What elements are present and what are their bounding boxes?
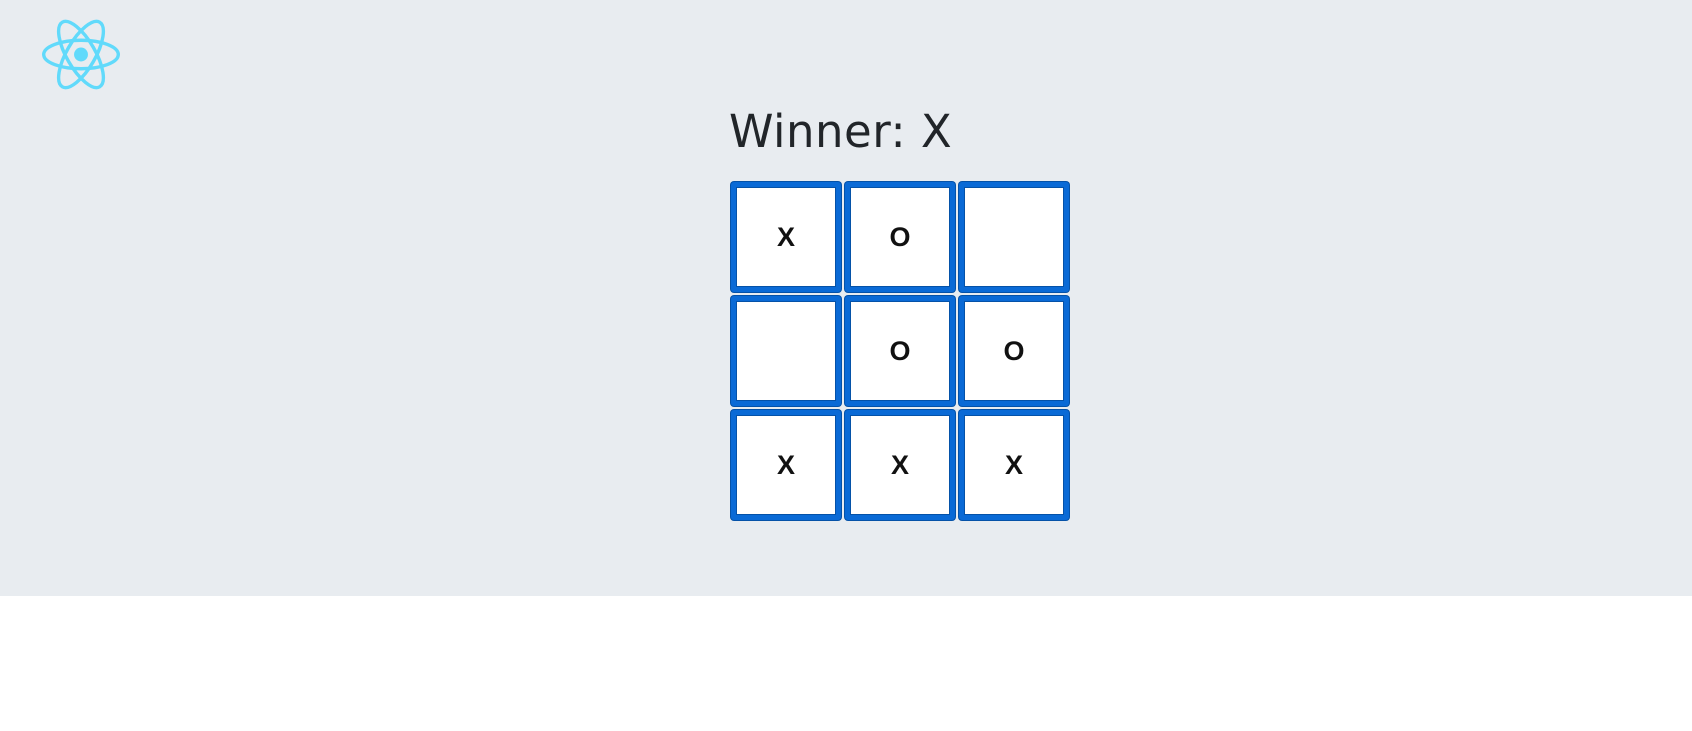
- game-status: Winner: X: [729, 105, 953, 158]
- board-square-4[interactable]: O: [845, 296, 955, 406]
- board-square-8[interactable]: X: [959, 410, 1069, 520]
- board-square-3[interactable]: [731, 296, 841, 406]
- board-square-7[interactable]: X: [845, 410, 955, 520]
- board-square-0[interactable]: X: [731, 182, 841, 292]
- game-area: Winner: X X O O O X X X: [0, 0, 1692, 596]
- board-square-1[interactable]: O: [845, 182, 955, 292]
- board-square-5[interactable]: O: [959, 296, 1069, 406]
- game-board: X O O O X X X: [731, 182, 1069, 520]
- board-square-6[interactable]: X: [731, 410, 841, 520]
- react-atom-icon: [42, 19, 120, 90]
- board-square-2[interactable]: [959, 182, 1069, 292]
